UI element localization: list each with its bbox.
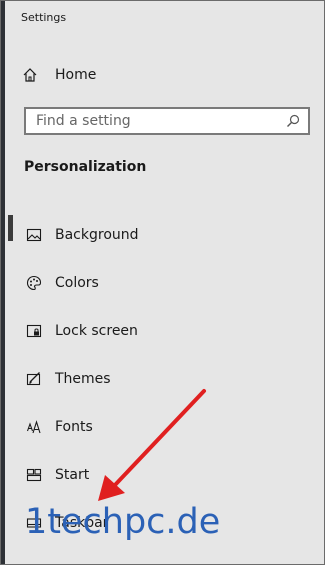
nav-item-fonts[interactable]: Fonts bbox=[1, 403, 324, 451]
nav-item-start[interactable]: Start bbox=[1, 451, 324, 499]
home-icon bbox=[21, 66, 39, 84]
nav-item-label: Themes bbox=[55, 371, 111, 387]
nav-item-label: Start bbox=[55, 467, 90, 483]
palette-icon bbox=[25, 274, 43, 292]
watermark-text: 1techpc.de bbox=[25, 502, 221, 542]
lock-screen-icon bbox=[25, 322, 43, 340]
section-title: Personalization bbox=[24, 159, 147, 175]
selected-indicator bbox=[8, 215, 13, 241]
search-icon[interactable] bbox=[282, 110, 304, 132]
nav-item-background[interactable]: Background bbox=[1, 211, 324, 259]
nav-item-label: Lock screen bbox=[55, 323, 138, 339]
search-input[interactable] bbox=[26, 109, 282, 133]
nav-home-label: Home bbox=[55, 67, 97, 83]
picture-icon bbox=[25, 226, 43, 244]
themes-icon bbox=[25, 370, 43, 388]
nav-item-label: Fonts bbox=[55, 419, 93, 435]
nav-item-lock-screen[interactable]: Lock screen bbox=[1, 307, 324, 355]
nav-item-label: Background bbox=[55, 227, 139, 243]
start-icon bbox=[25, 466, 43, 484]
nav-list: Background Colors Lock screen Themes Fon… bbox=[1, 211, 324, 547]
nav-home[interactable]: Home bbox=[21, 61, 301, 89]
settings-window: Settings Home Personalization bbox=[0, 0, 325, 565]
nav-item-colors[interactable]: Colors bbox=[1, 259, 324, 307]
fonts-icon bbox=[25, 418, 43, 436]
window-title: Settings bbox=[21, 11, 67, 24]
nav-item-label: Colors bbox=[55, 275, 99, 291]
nav-item-themes[interactable]: Themes bbox=[1, 355, 324, 403]
search-box[interactable] bbox=[24, 107, 310, 135]
